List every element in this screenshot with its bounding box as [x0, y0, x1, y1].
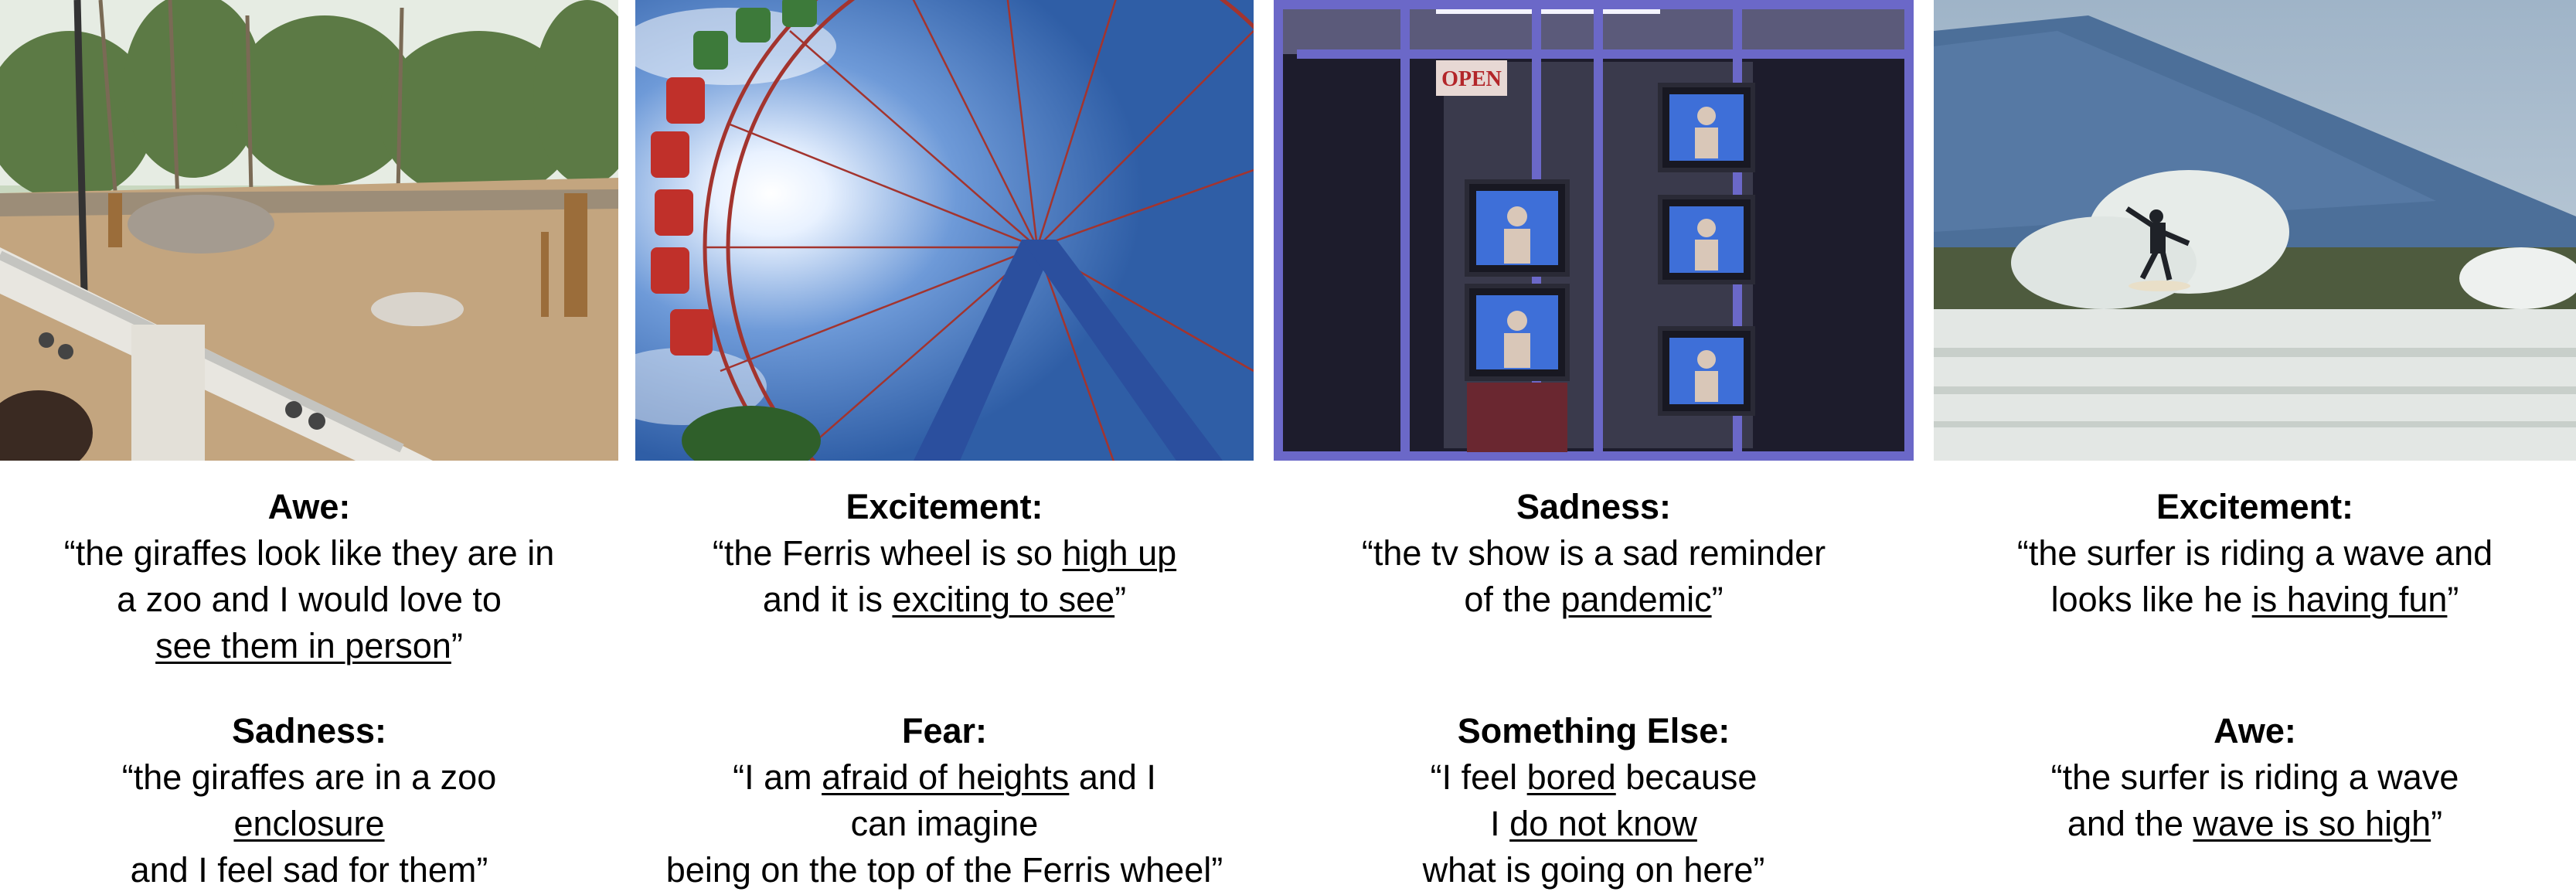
- highlighted-phrase: exciting to see: [892, 580, 1115, 619]
- surfer-photo: [1934, 0, 2576, 461]
- caption-line: and I feel sad for them”: [130, 850, 488, 890]
- caption-sadness: Sadness: “the giraffes are in a zoo encl…: [0, 708, 618, 893]
- highlighted-phrase: see them in person: [155, 626, 451, 665]
- panel-giraffes: Awe: “the giraffes look like they are in…: [0, 0, 618, 890]
- emotion-label: Excitement:: [2156, 487, 2354, 526]
- caption-line: “I am afraid of heights and I: [733, 757, 1156, 797]
- panel-surfer: Excitement: “the surfer is riding a wave…: [1934, 0, 2576, 843]
- caption-something-else: Something Else: “I feel bored because I …: [1274, 708, 1914, 893]
- caption-awe: Awe: “the giraffes look like they are in…: [0, 484, 618, 669]
- giraffes-photo: [0, 0, 618, 461]
- emotion-label: Awe:: [267, 487, 351, 526]
- highlighted-phrase: afraid of heights: [822, 757, 1070, 797]
- highlighted-phrase: high up: [1062, 533, 1177, 573]
- emotion-label: Fear:: [901, 711, 988, 750]
- caption-fear: Fear: “I am afraid of heights and I can …: [635, 708, 1254, 893]
- caption-line: “the tv show is a sad reminder: [1361, 533, 1826, 573]
- emotion-label: Excitement:: [846, 487, 1043, 526]
- highlighted-phrase: is having fun: [2251, 580, 2448, 619]
- caption-line: and it is exciting to see”: [762, 580, 1127, 619]
- emotion-label: Something Else:: [1457, 711, 1730, 750]
- caption-line: “the giraffes look like they are in: [63, 533, 555, 573]
- panel-tv-window: OPEN Sadness: “the tv show is a sad remi…: [1274, 0, 1914, 890]
- caption-line: a zoo and I would love to: [117, 580, 502, 619]
- caption-line: see them in person”: [155, 626, 463, 665]
- highlighted-phrase: enclosure: [233, 804, 385, 843]
- caption-line: I do not know: [1490, 804, 1697, 843]
- panel-ferris-wheel: Excitement: “the Ferris wheel is so high…: [635, 0, 1254, 890]
- caption-awe: Awe: “the surfer is riding a wave and th…: [1934, 708, 2576, 847]
- caption-line: can imagine: [850, 804, 1039, 843]
- caption-excitement: Excitement: “the surfer is riding a wave…: [1934, 484, 2576, 623]
- highlighted-phrase: bored: [1526, 757, 1616, 797]
- emotion-label: Awe:: [2214, 711, 2296, 750]
- caption-line: “the giraffes are in a zoo: [121, 757, 497, 797]
- caption-line: being on the top of the Ferris wheel”: [665, 850, 1223, 890]
- caption-sadness: Sadness: “the tv show is a sad reminder …: [1274, 484, 1914, 623]
- tv-window-photo: OPEN: [1274, 0, 1914, 461]
- caption-line: looks like he is having fun”: [2050, 580, 2459, 619]
- caption-line: “the surfer is riding a wave and: [2016, 533, 2493, 573]
- caption-excitement: Excitement: “the Ferris wheel is so high…: [635, 484, 1254, 623]
- caption-line: enclosure: [0, 801, 618, 847]
- highlighted-phrase: pandemic: [1560, 580, 1712, 619]
- caption-line: “I feel bored because: [1430, 757, 1758, 797]
- highlighted-phrase: wave is so high: [2193, 804, 2431, 843]
- caption-line: “the Ferris wheel is so high up: [712, 533, 1177, 573]
- caption-line: what is going on here”: [1422, 850, 1765, 890]
- ferris-wheel-photo: [635, 0, 1254, 461]
- caption-line: “the surfer is riding a wave: [2050, 757, 2459, 797]
- caption-line: and the wave is so high”: [2067, 804, 2443, 843]
- caption-line: of the pandemic”: [1464, 580, 1724, 619]
- highlighted-phrase: do not know: [1509, 804, 1697, 843]
- emotion-label: Sadness:: [1516, 487, 1672, 526]
- open-sign: OPEN: [1441, 67, 1502, 91]
- emotion-label: Sadness:: [231, 711, 387, 750]
